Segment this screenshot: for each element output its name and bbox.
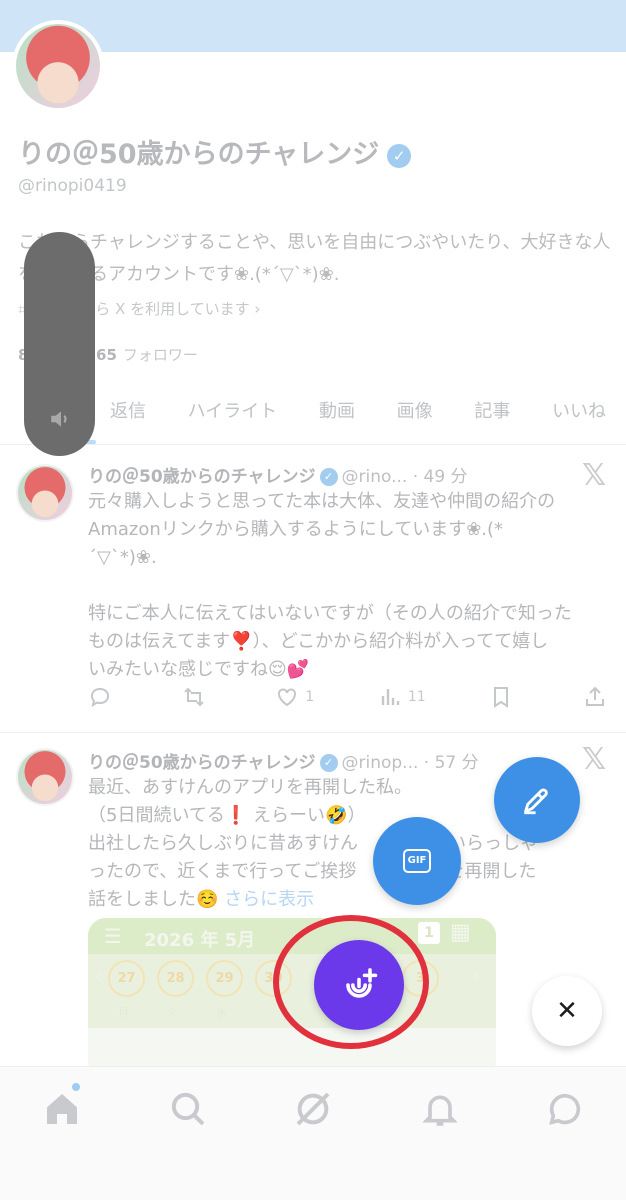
tweet-line: 話をしました☺️ さらに表示 xyxy=(88,889,315,910)
home-icon[interactable] xyxy=(42,1089,82,1129)
calendar-day: 29 xyxy=(206,960,243,997)
close-menu-button[interactable]: ✕ xyxy=(532,976,602,1046)
gif-icon: GIF xyxy=(403,849,431,873)
tab-images[interactable]: 画像 xyxy=(397,397,433,427)
tweet-line: いみたいな感じですね😌💕 xyxy=(88,659,310,680)
notification-dot xyxy=(72,1083,80,1091)
tweet-line: 特にご本人に伝えてはいないですが（その人の紹介で知った xyxy=(88,603,572,624)
verified-badge-icon: ✓ xyxy=(319,754,338,772)
chevron-left-icon: ‹ xyxy=(94,964,103,989)
tweet-line: Amazonリンクから購入するようにしています❀.(* xyxy=(88,519,504,540)
tweet-handle: @rinop... xyxy=(341,753,419,773)
tweet-author-name[interactable]: りの＠50歳からのチャレンジ xyxy=(88,467,316,487)
search-icon[interactable] xyxy=(168,1089,208,1129)
tab-highlights[interactable]: ハイライト xyxy=(188,397,278,427)
profile-bio: これからチャレンジすることや、思いを自由につぶやいたり、大好きな人を応援するアカ… xyxy=(18,232,611,285)
tweet-header: りの＠50歳からのチャレンジ ✓ @rino... · 49 分 xyxy=(88,462,468,487)
compose-post-button[interactable] xyxy=(494,757,580,843)
like-button[interactable]: 1 xyxy=(275,685,314,709)
tweet-line: ´▽`*)❀. xyxy=(88,547,157,568)
tweet-author-name[interactable]: りの＠50歳からのチャレンジ xyxy=(88,753,316,773)
divider xyxy=(0,732,626,733)
calendar-badge: 1 xyxy=(418,922,440,944)
bookmark-button[interactable] xyxy=(489,685,519,709)
views-icon xyxy=(381,689,400,705)
tab-replies[interactable]: 返信 xyxy=(110,397,146,427)
like-icon xyxy=(278,688,297,707)
show-more-link[interactable]: さらに表示 xyxy=(224,889,314,910)
retweet-button[interactable] xyxy=(182,685,212,709)
tweet-actions: 1 11 xyxy=(88,682,613,712)
retweet-icon xyxy=(183,687,204,707)
calendar-day: 27 xyxy=(108,960,145,997)
views-count: 11 xyxy=(407,689,426,705)
reply-icon xyxy=(90,687,110,708)
volume-hud xyxy=(24,232,95,456)
verified-badge-icon: ✓ xyxy=(387,143,412,168)
compose-icon xyxy=(524,788,548,815)
divider xyxy=(0,444,626,445)
tweet-text: 元々購入しようと思ってた本は大体、友達や仲間の紹介の Amazonリンクから購入… xyxy=(88,488,618,684)
like-count: 1 xyxy=(305,689,315,705)
tweet-line: 元々購入しようと思ってた本は大体、友達や仲間の紹介の xyxy=(88,491,556,512)
profile-avatar[interactable] xyxy=(12,20,104,112)
chevron-right-icon: › xyxy=(472,964,481,989)
tweet-time: · 49 分 xyxy=(412,467,468,487)
profile-handle: @rinopi0419 xyxy=(18,176,127,196)
views-button[interactable]: 11 xyxy=(378,685,426,709)
profile-name: りの＠50歳からのチャレンジ ✓ xyxy=(18,132,412,171)
gif-button[interactable]: GIF xyxy=(373,817,461,905)
verified-badge-icon: ✓ xyxy=(319,468,338,486)
tweet-handle: @rino... xyxy=(341,467,408,487)
profile-screen: りの＠50歳からのチャレンジ ✓ @rinopi0419 これからチャレンジするこ… xyxy=(0,0,626,1200)
x-logo-icon: 𝕏 xyxy=(582,742,607,777)
close-icon: ✕ xyxy=(556,996,578,1026)
tab-articles[interactable]: 記事 xyxy=(474,397,510,427)
followers-label[interactable]: フォロワー xyxy=(123,346,198,364)
bookmark-icon xyxy=(494,687,509,708)
bottom-nav xyxy=(0,1066,626,1200)
share-button[interactable] xyxy=(583,685,613,709)
tweet-time: · 57 分 xyxy=(423,753,479,773)
tweet-avatar[interactable] xyxy=(16,748,74,806)
calendar-title: 2026 年 5月 xyxy=(144,930,256,951)
profile-tabs: 返信 ハイライト 動画 画像 記事 いいね xyxy=(110,397,626,427)
share-icon xyxy=(585,686,604,706)
list-icon: ☰ xyxy=(104,924,122,948)
calendar-icon: ▦ xyxy=(450,920,471,945)
followers-count[interactable]: 65 xyxy=(96,346,117,364)
tweet-line: ものは伝えてます❣️）、どこかから紹介料が入ってて嬉し xyxy=(88,631,549,652)
tweet-header: りの＠50歳からのチャレンジ ✓ @rinop... · 57 分 xyxy=(88,748,479,773)
reply-button[interactable] xyxy=(88,685,118,709)
messages-icon[interactable] xyxy=(545,1089,585,1129)
notifications-icon[interactable] xyxy=(420,1089,460,1129)
tab-likes[interactable]: いいね xyxy=(552,397,606,427)
volume-icon xyxy=(51,411,67,427)
tab-videos[interactable]: 動画 xyxy=(319,397,355,427)
tweet-avatar[interactable] xyxy=(16,464,74,522)
grok-icon[interactable] xyxy=(293,1089,333,1129)
calendar-day: 28 xyxy=(157,960,194,997)
spaces-button[interactable] xyxy=(314,940,404,1030)
spaces-icon xyxy=(346,968,378,998)
tweet-line: ったので、近くまで行ってご挨拶 すけんを再開した xyxy=(88,861,537,882)
